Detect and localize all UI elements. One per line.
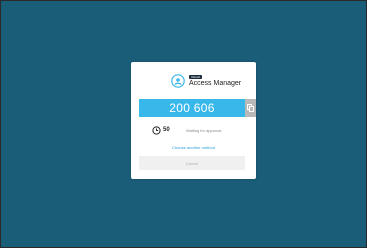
cancel-button[interactable]: Cancel [139, 156, 245, 170]
app-title: Access Manager [189, 80, 242, 87]
status-text: Waiting for approval [186, 128, 222, 133]
timer-value: 50 [163, 127, 170, 133]
shield-logo-icon [171, 74, 185, 88]
app-logo: Ubisoft Access Manager [131, 74, 256, 90]
status-row: 50 Waiting for approval [131, 126, 256, 136]
app-background: Ubisoft Access Manager 200 606 50 Waitin… [0, 0, 367, 248]
timer-icon [152, 126, 161, 135]
other-method-link[interactable]: Choose another method [131, 145, 256, 151]
auth-code: 200 606 [169, 101, 215, 115]
copy-code-button[interactable] [245, 99, 256, 117]
auth-dialog: Ubisoft Access Manager 200 606 50 Waitin… [131, 62, 256, 179]
copy-icon [247, 104, 254, 112]
